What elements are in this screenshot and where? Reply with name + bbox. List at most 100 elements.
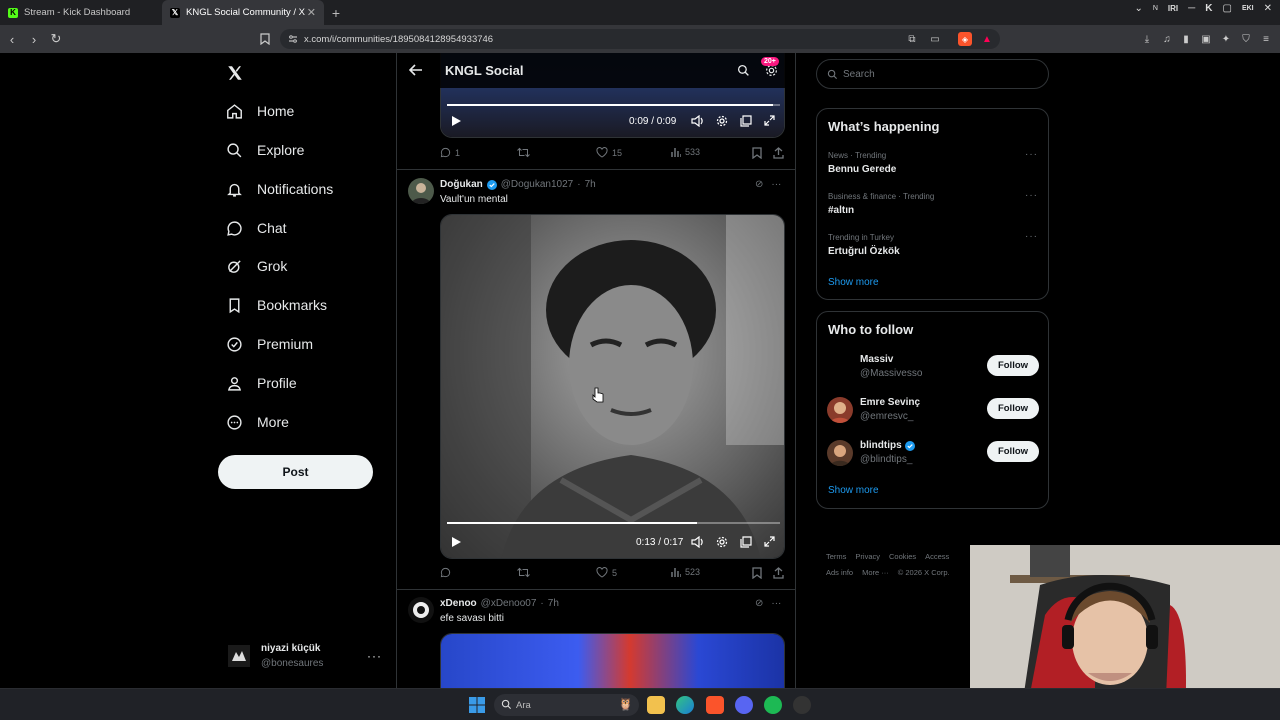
follow-button[interactable]: Follow [987, 355, 1039, 376]
footer-link[interactable]: Privacy [855, 552, 880, 561]
url-field[interactable]: x.com/i/communities/1895084128954933746 [280, 29, 1000, 49]
grok-icon[interactable]: ⊘ [755, 179, 763, 190]
sidebar-icon[interactable]: ▮ [1179, 32, 1193, 46]
menu-icon[interactable]: ≡ [1259, 32, 1273, 46]
volume-icon[interactable] [691, 536, 704, 548]
nav-explore[interactable]: Explore [226, 135, 304, 165]
fullscreen-icon[interactable] [764, 536, 775, 547]
spotify-icon[interactable] [764, 696, 782, 714]
close-window-icon[interactable]: ✕ [1264, 3, 1272, 14]
repost-button[interactable] [517, 567, 530, 578]
browser-tab-kick[interactable]: K Stream - Kick Dashboard [0, 0, 162, 25]
nav-bookmarks[interactable]: Bookmarks [226, 290, 327, 320]
file-explorer-icon[interactable] [647, 696, 665, 714]
more-dots-icon[interactable]: ··· [771, 598, 781, 609]
nav-notifications[interactable]: Notifications [226, 174, 333, 204]
views-button[interactable]: 533 [671, 147, 700, 157]
trend-item[interactable]: Trending in Turkey Ertuğrul Özkök ··· [828, 231, 1040, 257]
translate-icon[interactable]: ⧉ [905, 32, 919, 46]
footer-link[interactable]: Ads info [826, 568, 853, 577]
post-time[interactable]: 7h [548, 598, 559, 609]
browser-tab-x[interactable]: 𝕏 KNGL Social Community / X ✕ [162, 0, 324, 25]
show-more-link[interactable]: Show more [828, 485, 879, 496]
avatar[interactable] [408, 597, 434, 623]
bookmark-page-icon[interactable] [258, 32, 272, 46]
repost-button[interactable] [517, 147, 530, 158]
more-dots-icon[interactable]: ··· [1025, 149, 1038, 160]
nav-chat[interactable]: Chat [226, 213, 287, 243]
more-dots-icon[interactable]: ··· [367, 649, 382, 663]
account-switcher[interactable]: niyazi küçük @bonesaures ··· [228, 639, 388, 675]
gear-icon[interactable] [716, 536, 728, 548]
reload-icon[interactable]: ↻ [46, 29, 66, 49]
footer-link[interactable]: Cookies [889, 552, 916, 561]
bookmark-button[interactable] [752, 567, 762, 579]
video-player[interactable]: 0:13 / 0:17 [440, 214, 785, 559]
show-more-link[interactable]: Show more [828, 277, 879, 288]
maximize-icon[interactable]: ▢ [1222, 3, 1231, 14]
share-button[interactable] [773, 567, 784, 579]
volume-icon[interactable] [691, 115, 704, 127]
more-dots-icon[interactable]: ··· [1025, 231, 1038, 242]
reply-button[interactable] [440, 567, 451, 578]
video-progress-bar[interactable] [447, 104, 780, 106]
brave-rewards-icon[interactable]: ▲ [980, 32, 994, 46]
footer-link[interactable]: More ··· [862, 568, 889, 577]
trend-item[interactable]: News · Trending Bennu Gerede ··· [828, 149, 1040, 175]
follow-suggestion[interactable]: Massiv @Massivesso Follow [827, 352, 1039, 382]
brave-browser-icon[interactable] [706, 696, 724, 714]
avatar[interactable] [408, 178, 434, 204]
gear-icon[interactable] [716, 115, 728, 127]
nav-more[interactable]: More [226, 407, 289, 437]
leo-ai-icon[interactable]: ✦ [1219, 32, 1233, 46]
windows-start-icon[interactable] [468, 696, 486, 714]
like-button[interactable]: 5 [596, 567, 617, 578]
nav-grok[interactable]: Grok [226, 251, 287, 281]
wallet-icon[interactable]: ▣ [1199, 32, 1213, 46]
author-name[interactable]: Doğukan [440, 179, 483, 190]
forward-icon[interactable]: › [24, 29, 44, 49]
nav-premium[interactable]: Premium [226, 329, 313, 359]
like-button[interactable]: 15 [596, 147, 622, 158]
more-dots-icon[interactable]: ··· [1025, 190, 1038, 201]
trend-item[interactable]: Business & finance · Trending #altın ··· [828, 190, 1040, 216]
back-icon[interactable]: ‹ [2, 29, 22, 49]
pip-icon[interactable] [740, 115, 752, 127]
post-button[interactable]: Post [218, 455, 373, 489]
fullscreen-icon[interactable] [764, 115, 775, 126]
follow-button[interactable]: Follow [987, 441, 1039, 462]
edge-browser-icon[interactable] [676, 696, 694, 714]
cast-icon[interactable]: ▭ [928, 32, 942, 46]
views-button[interactable]: 523 [671, 567, 700, 577]
nav-profile[interactable]: Profile [226, 368, 297, 398]
follow-suggestion[interactable]: Emre Sevinç @emresvc_ Follow [827, 395, 1039, 425]
follow-button[interactable]: Follow [987, 398, 1039, 419]
search-icon[interactable] [737, 64, 750, 77]
author-handle[interactable]: @Dogukan1027 [501, 179, 573, 190]
music-icon[interactable]: ♫ [1160, 32, 1174, 46]
post-media[interactable] [440, 633, 785, 688]
discord-icon[interactable] [735, 696, 753, 714]
post-time[interactable]: 7h [585, 179, 596, 190]
play-icon[interactable] [451, 536, 462, 548]
share-button[interactable] [773, 147, 784, 159]
pip-icon[interactable] [740, 536, 752, 548]
vpn-icon[interactable]: ⛉ [1239, 32, 1253, 46]
play-icon[interactable] [451, 115, 462, 127]
taskbar-search[interactable]: Ara 🦉 [494, 694, 639, 716]
new-tab-button[interactable]: + [324, 0, 348, 25]
x-logo-icon[interactable] [226, 64, 244, 82]
reply-button[interactable]: 1 [440, 147, 460, 158]
minimize-icon[interactable]: ─ [1188, 3, 1195, 14]
brave-shield-icon[interactable]: ◈ [958, 32, 972, 46]
more-dots-icon[interactable]: ··· [771, 179, 781, 190]
site-info-icon[interactable] [288, 34, 298, 44]
download-icon[interactable]: ⤓ [1140, 32, 1154, 46]
follow-suggestion[interactable]: blindtips @blindtips_ Follow [827, 438, 1039, 468]
close-tab-icon[interactable]: ✕ [307, 6, 316, 19]
bookmark-button[interactable] [752, 147, 762, 159]
footer-link[interactable]: Access [925, 552, 949, 561]
app-icon[interactable] [793, 696, 811, 714]
nav-home[interactable]: Home [226, 96, 294, 126]
author-name[interactable]: xDenoo [440, 598, 477, 609]
